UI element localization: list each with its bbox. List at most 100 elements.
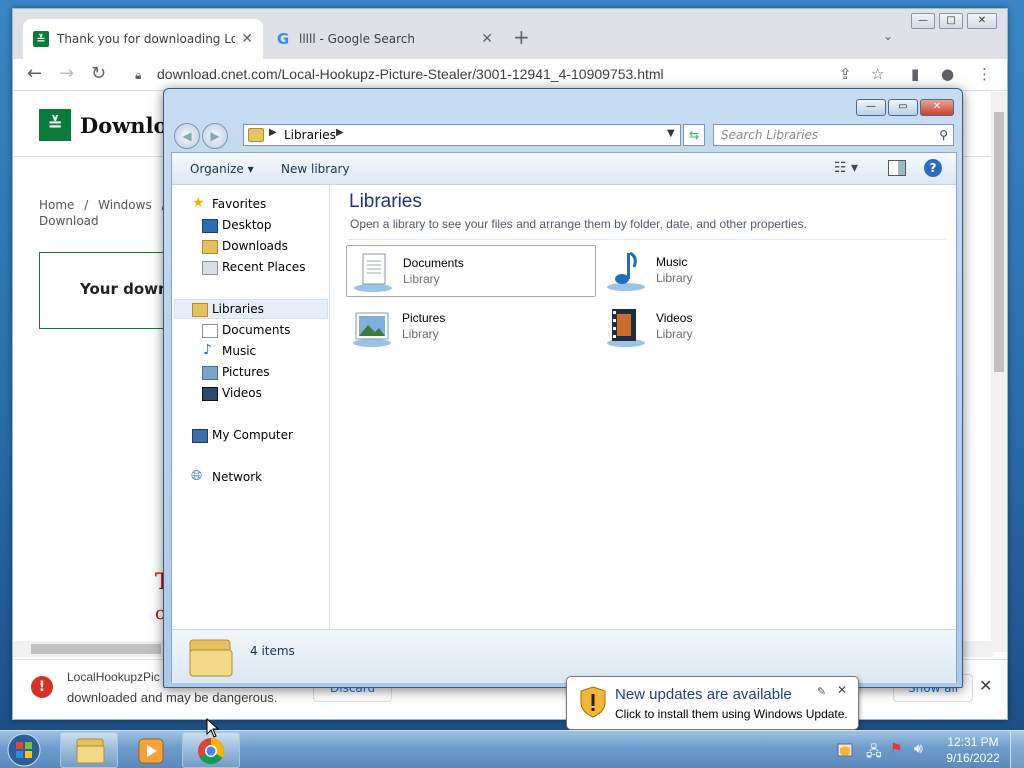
music-library-icon (607, 251, 645, 291)
nav-downloads[interactable]: Downloads (222, 239, 288, 253)
chrome-icon (198, 737, 225, 765)
new-tab-button[interactable]: + (513, 25, 530, 49)
library-item-music[interactable]: Music Library (600, 245, 850, 297)
nav-music[interactable]: Music (222, 344, 256, 358)
nav-recent-places[interactable]: Recent Places (222, 260, 305, 274)
crumb-download: Download (39, 214, 99, 228)
forward-arrow-icon[interactable]: → (59, 63, 74, 84)
close-button[interactable]: ✕ (920, 99, 954, 116)
scroll-thumb[interactable] (31, 644, 161, 654)
new-library-button[interactable]: New library (281, 162, 350, 176)
cnet-logo-icon[interactable]: ≚ (39, 109, 71, 141)
tab-close-icon[interactable]: ✕ (241, 31, 253, 47)
nav-my-computer[interactable]: My Computer (212, 428, 293, 442)
volume-icon[interactable]: 🔊︎ (914, 741, 923, 757)
profile-icon[interactable]: ● (941, 65, 954, 83)
content-pane: Libraries Open a library to see your fil… (330, 185, 956, 629)
command-bar: Organize ▾ New library ☷ ▾ ? (172, 153, 956, 185)
google-favicon-icon: G (276, 30, 290, 48)
close-download-bar-icon[interactable]: ✕ (979, 676, 992, 695)
library-type: Library (403, 272, 440, 286)
lock-icon[interactable]: 🔒︎ (135, 68, 141, 83)
breadcrumb-arrow-icon[interactable]: ▶ (336, 127, 344, 138)
browser-toolbar: ← → ↻ 🔒︎ download.cnet.com/Local-Hookupz… (13, 59, 1007, 91)
address-crumb[interactable]: Libraries (284, 128, 336, 142)
library-item-videos[interactable]: Videos Library (600, 301, 850, 353)
forward-button[interactable]: ▶ (202, 123, 228, 149)
refresh-icon[interactable]: ⇆ (683, 124, 705, 146)
address-bar[interactable]: ▶ Libraries ▶ ▼ (243, 124, 681, 146)
help-icon[interactable]: ? (924, 159, 942, 177)
download-warning-text: downloaded and may be dangerous. (67, 690, 278, 705)
scroll-thumb[interactable] (994, 112, 1004, 372)
side-panel-icon[interactable]: ▮ (911, 65, 919, 83)
taskbar-media-player[interactable] (122, 732, 180, 768)
breadcrumb-arrow-icon[interactable]: ▶ (269, 127, 277, 138)
update-notification[interactable]: New updates are available Click to insta… (566, 676, 859, 730)
nav-favorites[interactable]: Favorites (212, 197, 266, 211)
explorer-body: Organize ▾ New library ☷ ▾ ? ★ Favorites… (171, 152, 957, 683)
clock-date[interactable]: 9/16/2022 (940, 751, 1006, 765)
music-icon: ♪ (203, 342, 212, 358)
windows-update-tray-icon[interactable] (836, 741, 854, 759)
preview-pane-icon[interactable] (888, 160, 906, 176)
library-name: Documents (403, 256, 464, 270)
crumb-home[interactable]: Home (39, 198, 74, 212)
library-item-pictures[interactable]: Pictures Library (346, 301, 596, 353)
libraries-icon (192, 303, 208, 317)
nav-desktop[interactable]: Desktop (222, 218, 272, 232)
navigation-pane: ★ Favorites Desktop Downloads Recent Pla… (172, 185, 330, 629)
tab-google[interactable]: G lllll - Google Search ✕ (265, 19, 503, 59)
bookmark-star-icon[interactable]: ☆ (871, 65, 884, 83)
search-icon[interactable]: ⚲ (939, 128, 948, 142)
address-dropdown-icon[interactable]: ▼ (667, 128, 675, 139)
back-arrow-icon[interactable]: ← (27, 63, 42, 84)
desktop-icon (202, 219, 218, 233)
page-description: Open a library to see your files and arr… (350, 217, 807, 231)
nav-libraries[interactable]: Libraries (212, 302, 264, 316)
maximize-button[interactable]: ▭ (888, 99, 918, 116)
cnet-favicon-icon: ≚ (33, 31, 49, 47)
search-input[interactable]: Search Libraries ⚲ (713, 124, 954, 146)
reload-icon[interactable]: ↻ (91, 63, 106, 84)
tab-title: lllll - Google Search (299, 32, 415, 46)
page-title: Libraries (349, 191, 422, 212)
library-item-documents[interactable]: Documents Library (346, 245, 596, 297)
recent-places-icon (202, 261, 218, 275)
content-divider (348, 239, 946, 240)
nav-documents[interactable]: Documents (222, 323, 290, 337)
options-wrench-icon[interactable]: ✎ (817, 685, 826, 698)
address-bar[interactable]: download.cnet.com/Local-Hookupz-Picture-… (157, 66, 664, 82)
menu-icon[interactable]: ⋮ (977, 65, 992, 83)
notification-text: Click to install them using Windows Upda… (615, 707, 848, 721)
action-center-flag-icon[interactable]: ⚑ (890, 741, 903, 757)
tab-cnet[interactable]: ≚ Thank you for downloading Loca ✕ (23, 19, 263, 59)
organize-button[interactable]: Organize ▾ (190, 162, 254, 176)
nav-videos[interactable]: Videos (222, 386, 262, 400)
crumb-windows[interactable]: Windows (98, 198, 152, 212)
nav-network[interactable]: Network (212, 470, 262, 484)
close-icon[interactable]: ✕ (837, 683, 847, 697)
share-icon[interactable]: ⇪ (839, 65, 852, 83)
taskbar-explorer[interactable] (60, 732, 118, 768)
minimize-button[interactable]: — (856, 99, 886, 116)
change-view-icon[interactable]: ☷ ▾ (834, 160, 858, 176)
explorer-window: — ▭ ✕ ◀ ▶ ▶ Libraries ▶ ▼ ⇆ Search Libra… (163, 88, 963, 688)
clock-time[interactable]: 12:31 PM (940, 735, 1006, 749)
show-desktop-button[interactable] (1010, 731, 1024, 768)
tab-title: Thank you for downloading Loca (57, 32, 236, 46)
tab-search-button[interactable]: ⌄ (883, 29, 893, 43)
tab-close-icon[interactable]: ✕ (481, 31, 493, 47)
minimize-button[interactable]: — (911, 13, 935, 29)
network-tray-icon[interactable]: 🖧︎ (866, 741, 882, 765)
vertical-scrollbar[interactable] (991, 92, 1007, 652)
nav-pictures[interactable]: Pictures (222, 365, 270, 379)
maximize-button[interactable]: □ (939, 13, 963, 29)
back-button[interactable]: ◀ (174, 123, 200, 149)
start-button-icon[interactable] (4, 731, 44, 768)
videos-library-icon (607, 309, 645, 347)
pictures-icon (202, 366, 218, 380)
library-name: Pictures (402, 311, 446, 325)
close-button[interactable]: ✕ (967, 13, 997, 29)
downloads-folder-icon (202, 240, 218, 254)
